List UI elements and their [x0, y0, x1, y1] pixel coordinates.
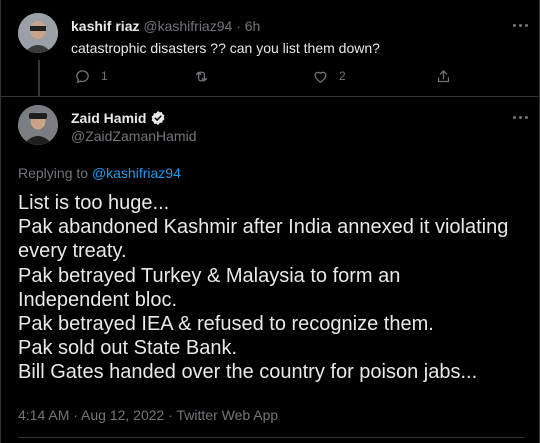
replying-to-link[interactable]: @kashifriaz94 [92, 165, 181, 181]
reply-header: kashif riaz @kashifriaz94 · 6h [71, 18, 260, 34]
author-name[interactable]: kashif riaz [71, 18, 139, 34]
avatar[interactable] [18, 105, 58, 145]
timestamp[interactable]: 6h [245, 18, 261, 34]
replying-to: Replying to @kashifriaz94 [18, 165, 181, 181]
tweet-line: Pak sold out State Bank. [18, 337, 238, 360]
divider [1, 96, 540, 97]
author-name[interactable]: Zaid Hamid [71, 110, 146, 126]
retweet-button[interactable] [193, 66, 220, 86]
tweet-line: Bill Gates handed over the country for p… [18, 361, 478, 384]
like-button[interactable]: 2 [312, 66, 346, 86]
share-icon [437, 69, 450, 82]
author-name-row: Zaid Hamid [71, 110, 166, 126]
more-options-icon[interactable] [513, 24, 533, 30]
tweet-thread: kashif riaz @kashifriaz94 · 6h catastrop… [0, 0, 540, 443]
more-options-icon[interactable] [513, 116, 533, 122]
tweet-line: List is too huge... [18, 192, 170, 214]
reply-icon [76, 69, 89, 83]
divider [18, 437, 524, 438]
share-button[interactable] [435, 66, 452, 86]
verified-badge-icon [152, 111, 165, 125]
author-handle[interactable]: @kashifriaz94 [143, 18, 232, 34]
heart-icon [314, 71, 327, 83]
reply-button[interactable]: 1 [74, 66, 108, 86]
tweet-text: List is too huge... Pak abandoned Kashmi… [18, 191, 533, 385]
author-handle[interactable]: @ZaidZamanHamid [71, 128, 196, 144]
tweet-line: every treaty. [18, 240, 127, 263]
retweet-icon [195, 71, 208, 81]
tweet-line: Pak betrayed IEA & refused to recognize … [18, 313, 434, 336]
tweet-line: Independent bloc. [18, 288, 178, 311]
like-count: 2 [339, 69, 346, 83]
tweet-line: Pak abandoned Kashmir after India annexe… [18, 216, 509, 239]
action-bar: 1 2 [71, 66, 461, 86]
avatar[interactable] [18, 13, 58, 53]
tweet-line: Pak betrayed Turkey & Malaysia to form a… [18, 264, 401, 287]
thread-connector [38, 60, 40, 96]
tweet-metadata[interactable]: 4:14 AM · Aug 12, 2022 · Twitter Web App [18, 407, 278, 423]
separator: · [236, 18, 241, 34]
replying-prefix: Replying to [18, 165, 89, 181]
reply-text: catastrophic disasters ?? can you list t… [71, 40, 380, 56]
reply-tweet[interactable]: kashif riaz @kashifriaz94 · 6h catastrop… [1, 0, 540, 96]
reply-count: 1 [101, 69, 108, 83]
